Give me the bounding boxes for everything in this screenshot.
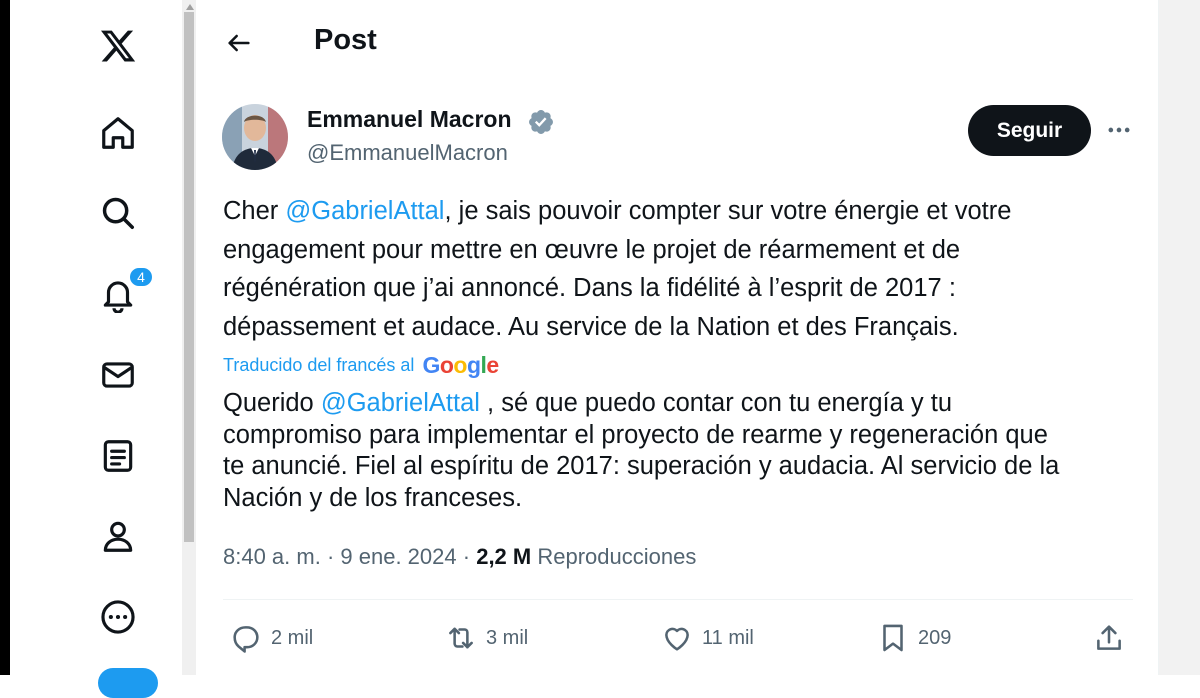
translation-label[interactable]: Traducido del francés al Google: [223, 352, 499, 379]
mention-link[interactable]: @GabrielAttal: [285, 197, 444, 225]
heart-icon: [665, 627, 689, 651]
repost-icon: [449, 627, 473, 649]
home-icon[interactable]: [98, 113, 138, 153]
share-button[interactable]: [1092, 620, 1134, 656]
mail-icon[interactable]: [98, 355, 138, 395]
right-column: [1159, 0, 1200, 675]
divider: [223, 599, 1133, 600]
back-arrow-icon[interactable]: [222, 26, 256, 60]
post-button[interactable]: [98, 668, 158, 698]
tweet-meta: 8:40 a. m. · 9 ene. 2024 · 2,2 M Reprodu…: [223, 544, 697, 569]
like-count: 11 mil: [702, 626, 754, 649]
avatar[interactable]: [222, 104, 288, 170]
notification-badge: 4: [128, 266, 154, 288]
bookmark-icon: [883, 624, 903, 652]
page-title: Post: [314, 24, 377, 56]
list-icon[interactable]: [98, 436, 138, 476]
sidebar-nav: 4: [10, 0, 182, 698]
reply-count: 2 mil: [271, 626, 314, 649]
window-edge: [0, 0, 10, 675]
like-button[interactable]: 11 mil: [660, 620, 754, 656]
more-circle-icon[interactable]: [98, 597, 138, 637]
bookmark-button[interactable]: 209: [876, 620, 951, 656]
reply-button[interactable]: 2 mil: [229, 620, 313, 656]
scrollbar-thumb[interactable]: [184, 12, 194, 542]
timestamp-link[interactable]: 8:40 a. m. · 9 ene. 2024: [223, 544, 457, 569]
x-logo-icon[interactable]: [98, 26, 138, 66]
repost-button[interactable]: 3 mil: [444, 620, 528, 656]
verified-badge-icon: [529, 110, 553, 134]
author-name[interactable]: Emmanuel Macron: [307, 106, 512, 133]
translated-text: Querido @GabrielAttal , sé que puedo con…: [223, 389, 1060, 512]
author-handle[interactable]: @EmmanuelMacron: [307, 140, 508, 166]
share-icon: [1097, 625, 1121, 650]
bookmark-count: 209: [918, 626, 952, 649]
more-options-icon[interactable]: [1104, 116, 1134, 144]
views-count: 2,2 M: [476, 544, 532, 569]
profile-icon[interactable]: [98, 516, 138, 556]
reply-icon: [233, 626, 259, 653]
scroll-up-arrow-icon[interactable]: [186, 4, 194, 10]
tweet-text: Cher @GabrielAttal, je sais pouvoir comp…: [223, 197, 1012, 341]
mention-link[interactable]: @GabrielAttal: [321, 389, 480, 417]
search-icon[interactable]: [98, 193, 138, 233]
views-label: Reproducciones: [531, 544, 697, 569]
repost-count: 3 mil: [486, 626, 529, 649]
follow-button[interactable]: Seguir: [968, 105, 1091, 156]
google-logo: Google: [422, 352, 499, 378]
